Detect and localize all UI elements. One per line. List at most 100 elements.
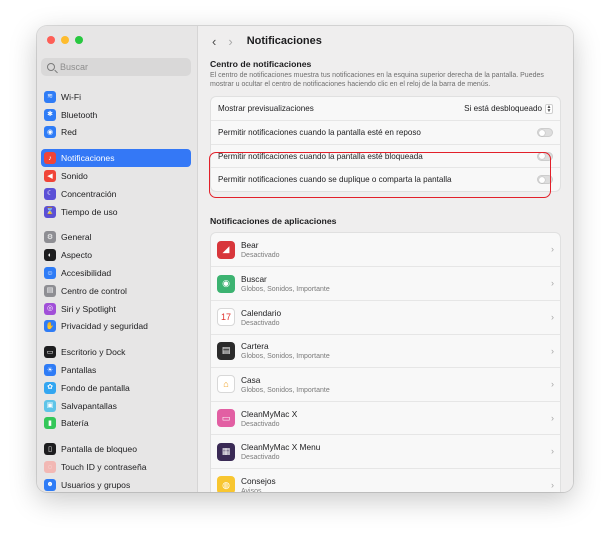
hand-icon: ✋ [44, 320, 56, 333]
sidebar-group: ▯ Pantalla de bloqueo ◌ Touch ID y contrase… [41, 440, 191, 492]
sidebar-item[interactable]: ✿ Fondo de pantalla [41, 379, 191, 397]
sidebar-item[interactable]: ◀ Sonido [41, 167, 191, 185]
app-row[interactable]: ◢ Bear Desactivado › [211, 233, 560, 267]
chevron-right-icon: › [551, 278, 554, 289]
cleanmymac-menu-icon: ▦ [217, 442, 235, 461]
sidebar-item[interactable]: ✱ Bluetooth [41, 106, 191, 124]
sidebar-item[interactable]: ⌛ Tiempo de uso [41, 203, 191, 221]
sidebar-item[interactable]: ◎ Siri y Spotlight [41, 300, 191, 318]
sidebar-item[interactable]: ◉ Red [41, 124, 191, 142]
zoom-button[interactable] [75, 36, 83, 44]
sidebar-item[interactable]: ≋ Wi-Fi [41, 88, 191, 106]
cleanmymac-icon: ▭ [217, 409, 235, 428]
sidebar-item[interactable]: ⚙ General [41, 229, 191, 247]
locked-label: Permitir notificaciones cuando la pantal… [218, 151, 423, 161]
notification-center-title: Centro de notificaciones [210, 59, 312, 69]
sidebar-item-label: Aspecto [61, 250, 93, 261]
mirror-toggle[interactable] [537, 175, 553, 185]
appearance-icon: ◐ [44, 249, 56, 262]
sidebar-item-label: Bluetooth [61, 109, 98, 120]
app-notifications-title: Notificaciones de aplicaciones [210, 215, 337, 226]
app-status: Desactivado [241, 252, 280, 260]
mirror-label: Permitir notificaciones cuando se dupliq… [218, 175, 452, 185]
sidebar-item[interactable]: ◐ Aspecto [41, 246, 191, 264]
app-row[interactable]: 17 Calendario Desactivado › [211, 300, 560, 334]
sleep-toggle[interactable] [537, 128, 553, 138]
app-row[interactable]: ▦ CleanMyMac X Menu Desactivado › [211, 434, 560, 468]
app-row[interactable]: ◍ Consejos Avisos › [211, 467, 560, 492]
sidebar-item-label: Centro de control [61, 285, 127, 296]
close-button[interactable] [47, 36, 55, 44]
fingerprint-icon: ◌ [44, 461, 56, 474]
app-text: Buscar Globos, Sonidos, Importante [241, 274, 330, 293]
mirror-row: Permitir notificaciones cuando se dupliq… [211, 167, 560, 191]
search-icon [47, 63, 55, 71]
app-name: Cartera [241, 341, 269, 352]
sidebar-item[interactable]: ▣ Salvapantallas [41, 397, 191, 415]
chevron-right-icon: › [551, 243, 554, 254]
sidebar-item-label: Pantalla de bloqueo [61, 444, 137, 455]
updown-chevron-icon: ▲ ▼ [545, 103, 553, 115]
sidebar-item-label: Fondo de pantalla [61, 382, 130, 393]
sleep-label: Permitir notificaciones cuando la pantal… [218, 128, 421, 138]
app-status: Desactivado [241, 319, 280, 327]
app-text: Calendario Desactivado [241, 308, 281, 327]
sidebar-item[interactable]: ✋ Privacidad y seguridad [41, 318, 191, 336]
sidebar-nav: ≋ Wi-Fi ✱ Bluetooth ◉ Red ♪ Notificaciones ◀ Soni… [41, 88, 191, 492]
chevron-right-icon: › [551, 379, 554, 390]
app-status: Globos, Sonidos, Importante [241, 286, 330, 294]
sidebar-group: ⚙ General ◐ Aspecto ☺ Accesibilidad ▤ Centro de… [41, 229, 191, 336]
sidebar-item-label: Pantallas [61, 365, 97, 376]
bear-icon: ◢ [217, 240, 235, 259]
siri-icon: ◎ [44, 302, 56, 315]
sidebar-group: ▭ Escritorio y Dock ☀ Pantallas ✿ Fondo de pa… [41, 343, 191, 432]
accessibility-icon: ☺ [44, 267, 56, 280]
sidebar-item-label: Usuarios y grupos [61, 479, 131, 490]
bell-icon: ♪ [44, 152, 56, 165]
moon-icon: ☾ [44, 187, 56, 200]
control-center-icon: ▤ [44, 284, 56, 297]
sidebar-item[interactable]: ☀ Pantallas [41, 361, 191, 379]
sidebar-item[interactable]: ☺ Accesibilidad [41, 264, 191, 282]
forward-chevron-icon[interactable]: › [228, 35, 232, 48]
app-row[interactable]: ▭ CleanMyMac X Desactivado › [211, 400, 560, 435]
sidebar-item-label: Escritorio y Dock [61, 347, 126, 358]
sidebar-item[interactable]: ▮ Batería [41, 415, 191, 433]
find-my-icon: ◉ [217, 274, 235, 293]
toolbar: ‹ › Notificaciones [198, 26, 573, 56]
gear-icon: ⚙ [44, 231, 56, 244]
wallet-icon: ▤ [217, 341, 235, 360]
minimize-button[interactable] [61, 36, 69, 44]
sidebar-item[interactable]: ▭ Escritorio y Dock [41, 343, 191, 361]
app-status: Desactivado [241, 420, 280, 428]
app-name: Calendario [241, 307, 282, 318]
app-row[interactable]: ◉ Buscar Globos, Sonidos, Importante › [211, 266, 560, 300]
locked-toggle[interactable] [537, 151, 553, 161]
sidebar-item-label: Privacidad y seguridad [61, 321, 148, 332]
app-name: Buscar [241, 274, 267, 285]
search-input[interactable]: Buscar [41, 58, 191, 76]
app-name: Bear [241, 240, 259, 251]
dock-icon: ▭ [44, 346, 56, 359]
sidebar-item[interactable]: ◌ Touch ID y contraseña [41, 458, 191, 476]
sidebar-item[interactable]: ♪ Notificaciones [41, 149, 191, 168]
notification-center-panel: Mostrar previsualizaciones Si está desbl… [210, 95, 561, 192]
sidebar-item[interactable]: ☾ Concentración [41, 185, 191, 203]
app-text: Bear Desactivado [241, 240, 280, 259]
app-notifications-list: ◢ Bear Desactivado › ◉ Buscar Globos, Sonidos,… [210, 231, 561, 492]
window-controls [47, 36, 83, 44]
sidebar-item[interactable]: ▯ Pantalla de bloqueo [41, 440, 191, 458]
wifi-icon: ≋ [44, 90, 56, 103]
sidebar-item[interactable]: ☻ Usuarios y grupos [41, 476, 191, 492]
preview-select[interactable]: Si está desbloqueado ▲ ▼ [464, 103, 553, 115]
sidebar-item-label: General [61, 232, 92, 243]
sidebar-group: ♪ Notificaciones ◀ Sonido ☾ Concentración ⌛ Tie… [41, 149, 191, 220]
back-chevron-icon[interactable]: ‹ [212, 35, 216, 48]
sidebar-item-label: Sonido [61, 171, 88, 182]
sidebar-item-label: Notificaciones [61, 153, 115, 164]
app-text: Cartera Globos, Sonidos, Importante [241, 341, 330, 360]
sidebar-item[interactable]: ▤ Centro de control [41, 282, 191, 300]
app-row[interactable]: ⌂ Casa Globos, Sonidos, Importante › [211, 367, 560, 401]
app-row[interactable]: ▤ Cartera Globos, Sonidos, Importante › [211, 333, 560, 368]
display-icon: ☀ [44, 364, 56, 377]
